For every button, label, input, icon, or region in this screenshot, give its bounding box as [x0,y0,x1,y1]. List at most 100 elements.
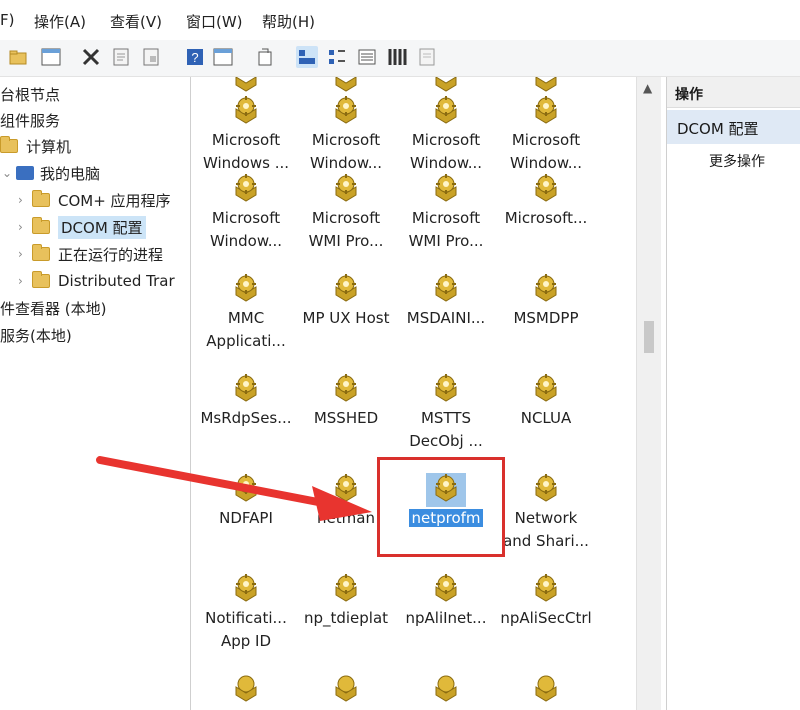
properties-icon[interactable] [110,46,132,68]
dcom-app-item[interactable]: MsRdpSes... [196,373,296,430]
more-actions-link[interactable]: 更多操作 [709,151,765,171]
detail-view-icon[interactable] [416,46,438,68]
details-icon[interactable] [386,46,408,68]
chevron-right-icon[interactable]: › [18,193,32,207]
tree-item-my-computer[interactable]: ⌄ 我的电脑 [2,161,100,185]
dcom-app-item[interactable]: Microsoft Window... [196,173,296,253]
component-icon [226,273,266,307]
menu-item-file[interactable]: F) [0,11,14,29]
small-icons-icon[interactable] [326,46,348,68]
app-icon-partial[interactable] [226,673,266,707]
menu-item-view[interactable]: 查看(V) [110,11,162,32]
folder-icon [32,271,50,288]
app-label: np_tdieplat [303,609,389,627]
app-label-line2: and Shari... [503,532,589,550]
menu-item-action[interactable]: 操作(A) [34,11,86,32]
vertical-scrollbar[interactable]: ▲ [636,77,661,710]
dcom-app-item[interactable]: MSDAINI... [396,273,496,330]
app-label: MSMDPP [513,309,579,327]
dcom-app-item[interactable]: Microsoft Windows ... [196,95,296,175]
dcom-app-item[interactable]: NDFAPI [196,473,296,530]
tree-item-distributed-transaction[interactable]: › Distributed Trar [18,269,175,293]
app-label-line2: Window... [509,154,583,172]
component-icon [526,273,566,307]
component-icon [226,95,266,129]
scroll-thumb[interactable] [644,321,654,353]
dcom-app-item[interactable]: MP UX Host [296,273,396,330]
app-label: NCLUA [520,409,572,427]
tree-item-services[interactable]: 服务(本地) [0,323,72,347]
dcom-app-item[interactable]: Microsoft... [496,173,596,230]
component-icon [326,573,366,607]
app-icon-partial[interactable] [326,673,366,707]
app-label-line2: DecObj ... [409,432,483,450]
chevron-right-icon[interactable]: › [18,220,32,234]
component-icon [326,373,366,407]
dcom-app-item[interactable]: Microsoft Window... [296,95,396,175]
dcom-app-item[interactable]: Microsoft Window... [496,95,596,175]
view-icon[interactable] [40,46,62,68]
menu-item-window[interactable]: 窗口(W) [186,11,243,32]
dcom-app-item[interactable]: MMC Applicati... [196,273,296,353]
app-label: Notificati... [205,609,287,627]
tree-item-component-services[interactable]: 组件服务 [0,108,60,132]
app-label: Microsoft [211,131,281,149]
dcom-app-item[interactable]: Notificati... App ID [196,573,296,653]
tree-item-event-viewer[interactable]: 件查看器 (本地) [0,296,106,320]
component-icon [426,373,466,407]
help-icon[interactable]: ? [184,46,206,68]
view-icon[interactable] [212,46,234,68]
dcom-app-item[interactable]: npAliSecCtrl [496,573,596,630]
app-label: Microsoft [311,131,381,149]
app-icon-partial[interactable] [226,77,266,97]
component-icon [526,173,566,207]
actions-selected-item[interactable]: DCOM 配置 [667,110,800,144]
menu-bar: F) 操作(A) 查看(V) 窗口(W) 帮助(H) [0,0,800,40]
dcom-app-item[interactable]: MSMDPP [496,273,596,330]
dcom-app-item[interactable]: np_tdieplat [296,573,396,630]
refresh-icon[interactable] [254,46,276,68]
tree-item-dcom-config[interactable]: › DCOM 配置 [18,215,146,239]
app-label: MSDAINI... [406,309,486,327]
app-label-line2: Window... [309,154,383,172]
delete-icon[interactable] [80,46,102,68]
dcom-app-item[interactable]: MSTTS DecObj ... [396,373,496,453]
app-label: Microsoft [411,209,481,227]
dcom-app-item[interactable]: Network and Shari... [496,473,596,553]
list-icon[interactable] [356,46,378,68]
app-label-line2: WMI Pro... [308,232,384,250]
tree-item-running-processes[interactable]: › 正在运行的进程 [18,242,163,266]
dcom-app-item[interactable]: Microsoft WMI Pro... [396,173,496,253]
large-icons-icon[interactable] [296,46,318,68]
folder-open-icon[interactable] [8,46,30,68]
component-icon [226,373,266,407]
scroll-up-icon[interactable]: ▲ [643,81,652,95]
dcom-app-item[interactable]: npAliInet... [396,573,496,630]
app-label: NDFAPI [219,509,273,527]
dcom-app-item[interactable]: MSSHED [296,373,396,430]
component-icon [426,95,466,129]
component-icon [526,473,566,507]
dcom-app-item[interactable]: NCLUA [496,373,596,430]
menu-item-help[interactable]: 帮助(H) [262,11,315,32]
component-icon [226,573,266,607]
chevron-right-icon[interactable]: › [18,274,32,288]
app-label-line2: Applicati... [206,332,286,350]
component-icon [526,573,566,607]
tree-item-com-plus[interactable]: › COM+ 应用程序 [18,188,171,212]
dcom-app-item[interactable]: Microsoft Window... [396,95,496,175]
app-label: Network [514,509,578,527]
component-icon [426,273,466,307]
app-icon-partial[interactable] [526,673,566,707]
app-icon-partial[interactable] [526,77,566,97]
app-label-line2: App ID [220,632,272,650]
app-icon-partial[interactable] [426,673,466,707]
chevron-down-icon[interactable]: ⌄ [2,166,16,180]
dcom-app-item[interactable]: Microsoft WMI Pro... [296,173,396,253]
chevron-right-icon[interactable]: › [18,247,32,261]
tree-item-root[interactable]: 台根节点 [0,82,60,106]
export-icon[interactable] [140,46,162,68]
tree-item-computers[interactable]: 计算机 [0,134,71,158]
app-icon-partial[interactable] [426,77,466,97]
app-icon-partial[interactable] [326,77,366,97]
